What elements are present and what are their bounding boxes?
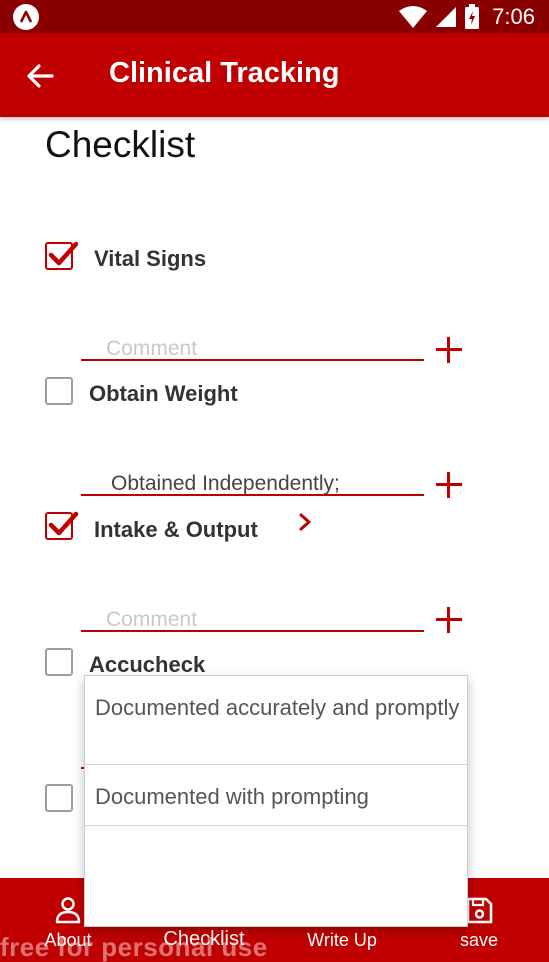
dropdown-option-empty[interactable] xyxy=(85,841,467,921)
vital-signs-checkbox[interactable] xyxy=(45,241,79,270)
watermark: free for personal use xyxy=(0,932,268,962)
dropdown-divider xyxy=(85,764,467,765)
app-bar-title: Clinical Tracking xyxy=(109,57,340,89)
checkmark-icon xyxy=(48,241,79,266)
person-icon xyxy=(55,897,81,924)
signal-icon xyxy=(436,6,457,27)
page-title: Checklist xyxy=(45,124,196,165)
wifi-icon xyxy=(399,5,428,28)
obtain-weight-checkbox[interactable] xyxy=(45,377,73,405)
add-comment-2-plus-icon[interactable] xyxy=(436,472,462,498)
screen: 7:06 Clinical Tracking Checklist Vital S… xyxy=(0,0,549,962)
accucheck-checkbox[interactable] xyxy=(45,648,73,676)
dropdown-divider xyxy=(85,825,467,826)
dropdown-popup: Documented accurately and promptly Docum… xyxy=(84,675,468,927)
add-comment-3-plus-icon[interactable] xyxy=(436,607,462,633)
add-comment-1-plus-icon[interactable] xyxy=(436,337,462,363)
nav-label-write-up: Write Up xyxy=(307,930,377,950)
dropdown-option-documented-accurately[interactable]: Documented accurately and promptly xyxy=(85,694,467,722)
obtain-weight-label: Obtain Weight xyxy=(89,381,238,406)
system-icons: 7:06 xyxy=(398,3,535,30)
nav-label-save: save xyxy=(459,930,499,950)
comment-underline-3 xyxy=(81,630,424,632)
back-button[interactable] xyxy=(22,58,58,94)
chevron-right-icon[interactable] xyxy=(297,512,313,532)
clock-time: 7:06 xyxy=(492,3,535,29)
battery-charging-icon xyxy=(465,3,480,29)
checklist-item-5-checkbox[interactable] xyxy=(45,784,73,812)
dropdown-option-documented-with-prompting[interactable]: Documented with prompting xyxy=(85,783,467,811)
status-bar: 7:06 xyxy=(0,0,549,33)
comment-underline-1 xyxy=(81,359,424,361)
comment-input-3[interactable]: Comment xyxy=(106,608,197,632)
checkmark-icon xyxy=(48,511,79,536)
app-bar: Clinical Tracking xyxy=(0,33,549,117)
app-logo-icon xyxy=(13,4,39,30)
comment-underline-2 xyxy=(81,494,424,496)
comment-input-2[interactable]: Obtained Independently; xyxy=(111,472,340,496)
arrow-left-icon xyxy=(27,64,54,88)
intake-output-checkbox[interactable] xyxy=(45,511,79,540)
save-icon xyxy=(466,897,493,924)
comment-input-1[interactable]: Comment xyxy=(106,337,197,361)
intake-output-label: Intake & Output xyxy=(94,517,258,542)
vital-signs-label: Vital Signs xyxy=(94,246,207,271)
